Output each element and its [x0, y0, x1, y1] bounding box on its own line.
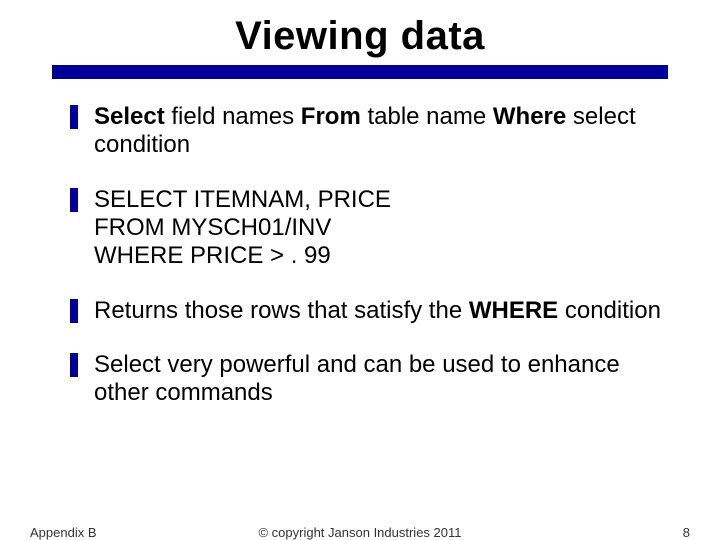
bullet-text: SELECT ITEMNAM, PRICEFROM MYSCH01/INVWHE… [94, 186, 668, 271]
bullet-text: Select field names From table name Where… [94, 103, 668, 160]
footer-right: 8 [683, 525, 690, 540]
slide: Viewing data Select field names From tab… [0, 14, 720, 540]
bullet-item: Select very powerful and can be used to … [70, 351, 668, 408]
bullet-item: SELECT ITEMNAM, PRICEFROM MYSCH01/INVWHE… [70, 186, 668, 271]
bullet-icon [70, 105, 78, 129]
bullet-item: Select field names From table name Where… [70, 103, 668, 160]
title-underline [52, 65, 668, 79]
bullet-icon [70, 299, 78, 323]
content-area: Select field names From table name Where… [70, 103, 668, 408]
bullet-icon [70, 353, 78, 377]
slide-title: Viewing data [0, 14, 720, 59]
bullet-item: Returns those rows that satisfy the WHER… [70, 297, 668, 325]
footer-center: © copyright Janson Industries 2011 [0, 525, 720, 540]
bullet-icon [70, 188, 78, 212]
bullet-text: Select very powerful and can be used to … [94, 351, 668, 408]
bullet-text: Returns those rows that satisfy the WHER… [94, 297, 668, 325]
